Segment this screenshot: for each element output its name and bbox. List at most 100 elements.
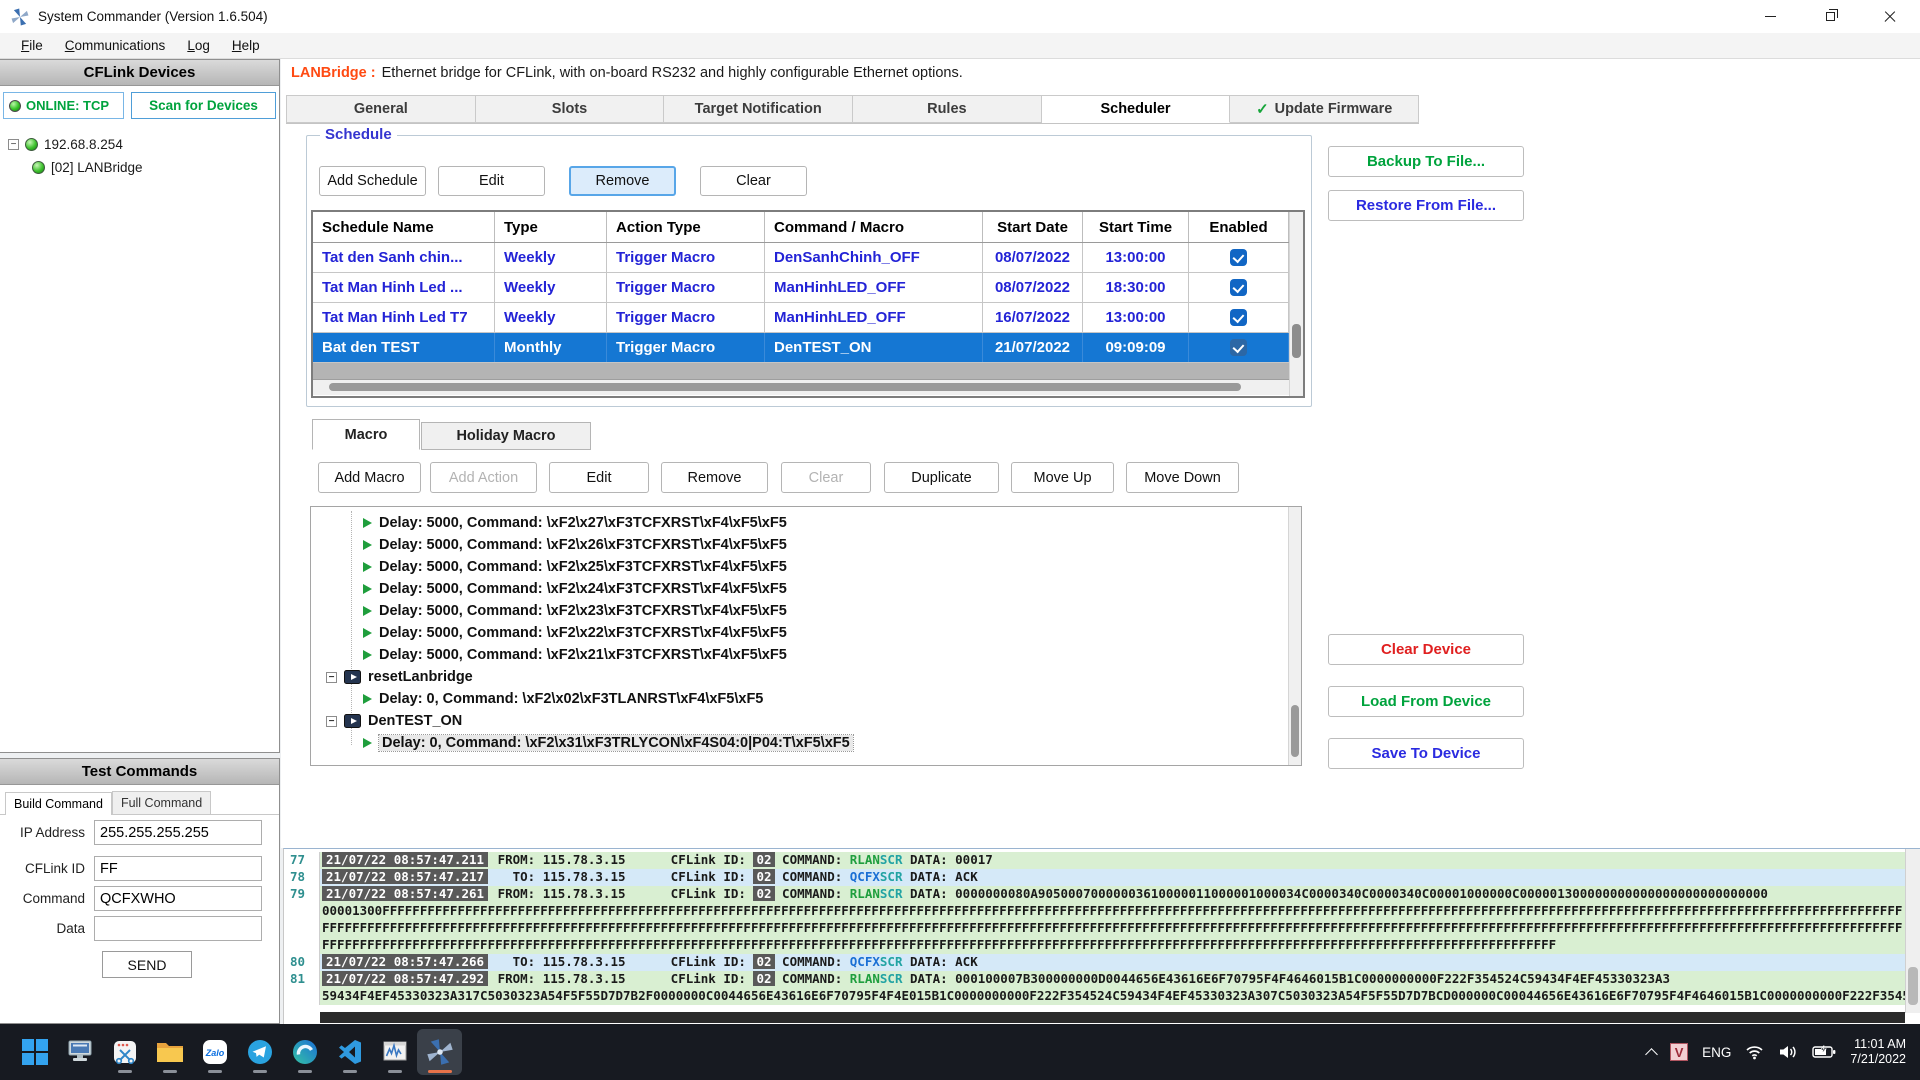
taskbar-remote-desktop-icon[interactable] xyxy=(57,1029,102,1075)
data-field[interactable] xyxy=(94,916,262,941)
log-line[interactable]: 8021/07/22 08:57:47.266 TO: 115.78.3.15 … xyxy=(284,954,1920,971)
restore-from-file-button[interactable]: Restore From File... xyxy=(1328,190,1524,221)
taskbar-file-explorer-icon[interactable] xyxy=(147,1029,192,1075)
macro-action-item[interactable]: Delay: 5000, Command: \xF2\x25\xF3TCFXRS… xyxy=(311,556,1301,578)
device-tree-root[interactable]: 192.68.8.254 xyxy=(8,133,279,156)
vscroll-thumb[interactable] xyxy=(1292,324,1301,358)
log-hscrollbar[interactable] xyxy=(320,1012,1905,1023)
enabled-checkbox[interactable] xyxy=(1230,339,1247,356)
macro-action-item[interactable]: Delay: 5000, Command: \xF2\x23\xF3TCFXRS… xyxy=(311,600,1301,622)
minimize-button[interactable] xyxy=(1740,0,1800,33)
taskbar-zalo-icon[interactable]: Zalo xyxy=(192,1029,237,1075)
tab-build-command[interactable]: Build Command xyxy=(5,792,112,815)
tab-scheduler[interactable]: Scheduler xyxy=(1042,95,1231,123)
schedule-vscrollbar[interactable] xyxy=(1289,212,1303,396)
log-line[interactable]: FFFFFFFFFFFFFFFFFFFFFFFFFFFFFFFFFFFFFFFF… xyxy=(284,937,1920,954)
menu-item-file[interactable]: File xyxy=(10,35,54,56)
ime-unikey-icon[interactable]: V xyxy=(1670,1043,1688,1061)
tab-rules[interactable]: Rules xyxy=(853,95,1042,123)
taskbar-telegram-icon[interactable] xyxy=(237,1029,282,1075)
move-up-macro-button[interactable]: Move Up xyxy=(1011,462,1114,493)
clear-device-button[interactable]: Clear Device xyxy=(1328,634,1524,665)
load-from-device-button[interactable]: Load From Device xyxy=(1328,686,1524,717)
tab-macro[interactable]: Macro xyxy=(312,419,420,450)
taskbar-edge-icon[interactable] xyxy=(282,1029,327,1075)
macro-tree-node[interactable]: resetLanbridge xyxy=(311,666,1301,688)
macro-vscrollbar[interactable] xyxy=(1288,507,1301,765)
scan-for-devices-button[interactable]: Scan for Devices xyxy=(131,92,276,119)
volume-icon[interactable] xyxy=(1778,1044,1798,1060)
macro-action-item[interactable]: Delay: 5000, Command: \xF2\x27\xF3TCFXRS… xyxy=(311,512,1301,534)
enabled-checkbox[interactable] xyxy=(1230,249,1247,266)
close-button[interactable] xyxy=(1860,0,1920,33)
log-line[interactable]: 7821/07/22 08:57:47.217 TO: 115.78.3.15 … xyxy=(284,869,1920,886)
tab-full-command[interactable]: Full Command xyxy=(112,791,211,814)
log-line[interactable]: FFFFFFFFFFFFFFFFFFFFFFFFFFFFFFFFFFFFFFFF… xyxy=(284,920,1920,937)
cflink-id-field[interactable] xyxy=(94,856,262,881)
column-header-start-time[interactable]: Start Time xyxy=(1083,212,1189,242)
vscroll-thumb[interactable] xyxy=(1291,705,1299,757)
clear-macro-button[interactable]: Clear xyxy=(781,462,871,493)
command-field[interactable] xyxy=(94,886,262,911)
collapse-icon[interactable] xyxy=(326,716,337,727)
ip-address-field[interactable] xyxy=(94,820,262,845)
wifi-icon[interactable] xyxy=(1745,1044,1764,1060)
macro-action-item[interactable]: Delay: 5000, Command: \xF2\x26\xF3TCFXRS… xyxy=(311,534,1301,556)
tab-update-firmware[interactable]: ✓Update Firmware xyxy=(1230,95,1419,123)
save-to-device-button[interactable]: Save To Device xyxy=(1328,738,1524,769)
taskbar-snipping-tool-icon[interactable] xyxy=(102,1029,147,1075)
macro-action-item[interactable]: Delay: 0, Command: \xF2\x02\xF3TLANRST\x… xyxy=(311,688,1301,710)
tab-slots[interactable]: Slots xyxy=(476,95,665,123)
column-header-enabled[interactable]: Enabled xyxy=(1189,212,1289,242)
macro-action-item[interactable]: Delay: 5000, Command: \xF2\x22\xF3TCFXRS… xyxy=(311,622,1301,644)
schedule-row[interactable]: Tat den Sanh chin...WeeklyTrigger MacroD… xyxy=(313,243,1303,273)
log-vscrollbar[interactable] xyxy=(1905,849,1920,1013)
move-down-macro-button[interactable]: Move Down xyxy=(1126,462,1239,493)
macro-action-item[interactable]: Delay: 5000, Command: \xF2\x24\xF3TCFXRS… xyxy=(311,578,1301,600)
tab-target-notification[interactable]: Target Notification xyxy=(664,95,853,123)
schedule-row[interactable]: Tat Man Hinh Led ...WeeklyTrigger MacroM… xyxy=(313,273,1303,303)
collapse-icon[interactable] xyxy=(8,139,19,150)
column-header-start-date[interactable]: Start Date xyxy=(983,212,1083,242)
language-indicator[interactable]: ENG xyxy=(1702,1045,1731,1060)
battery-icon[interactable] xyxy=(1812,1044,1836,1060)
enabled-checkbox[interactable] xyxy=(1230,309,1247,326)
macro-action-item[interactable]: Delay: 0, Command: \xF2\x31\xF3TRLYCON\x… xyxy=(311,732,1301,754)
restore-button[interactable] xyxy=(1800,0,1860,33)
column-header-type[interactable]: Type xyxy=(495,212,607,242)
taskbar-vscode-icon[interactable] xyxy=(327,1029,372,1075)
log-line[interactable]: 7921/07/22 08:57:47.261 FROM: 115.78.3.1… xyxy=(284,886,1920,903)
edit-schedule-button[interactable]: Edit xyxy=(438,166,545,196)
tray-overflow-chevron-icon[interactable] xyxy=(1645,1048,1658,1061)
tab-general[interactable]: General xyxy=(286,95,476,123)
add-schedule-schedule-button[interactable]: Add Schedule xyxy=(319,166,426,196)
hscroll-thumb[interactable] xyxy=(329,383,1241,391)
duplicate-macro-button[interactable]: Duplicate xyxy=(884,462,999,493)
device-tree-child[interactable]: [02] LANBridge xyxy=(8,156,279,179)
add-macro-macro-button[interactable]: Add Macro xyxy=(318,462,421,493)
taskbar-system-monitor-icon[interactable] xyxy=(372,1029,417,1075)
vscroll-thumb[interactable] xyxy=(1908,967,1918,1005)
macro-tree-node[interactable]: DenTEST_ON xyxy=(311,710,1301,732)
clear-schedule-button[interactable]: Clear xyxy=(700,166,807,196)
enabled-checkbox[interactable] xyxy=(1230,279,1247,296)
online-status-button[interactable]: ONLINE: TCP xyxy=(3,92,124,119)
menu-item-log[interactable]: Log xyxy=(176,35,221,56)
schedule-row[interactable]: Tat Man Hinh Led T7WeeklyTrigger MacroMa… xyxy=(313,303,1303,333)
taskbar-system-commander-icon[interactable] xyxy=(417,1029,462,1075)
column-header-command-macro[interactable]: Command / Macro xyxy=(765,212,983,242)
schedule-row[interactable]: Bat den TESTMonthlyTrigger MacroDenTEST_… xyxy=(313,333,1303,363)
tab-holiday-macro[interactable]: Holiday Macro xyxy=(421,422,591,450)
add-action-macro-button[interactable]: Add Action xyxy=(430,462,537,493)
log-line[interactable]: 8121/07/22 08:57:47.292 FROM: 115.78.3.1… xyxy=(284,971,1920,988)
collapse-icon[interactable] xyxy=(326,672,337,683)
log-line[interactable]: 59434F4EF45330323A317C5030323A54F5F55D7D… xyxy=(284,988,1920,1005)
column-header-action-type[interactable]: Action Type xyxy=(607,212,765,242)
clock[interactable]: 11:01 AM 7/21/2022 xyxy=(1850,1037,1906,1067)
backup-to-file-button[interactable]: Backup To File... xyxy=(1328,146,1524,177)
menu-item-communications[interactable]: Communications xyxy=(54,35,177,56)
edit-macro-button[interactable]: Edit xyxy=(549,462,649,493)
remove-schedule-button[interactable]: Remove xyxy=(569,166,676,196)
taskbar-start-icon[interactable] xyxy=(12,1029,57,1075)
schedule-hscrollbar[interactable] xyxy=(313,380,1289,395)
